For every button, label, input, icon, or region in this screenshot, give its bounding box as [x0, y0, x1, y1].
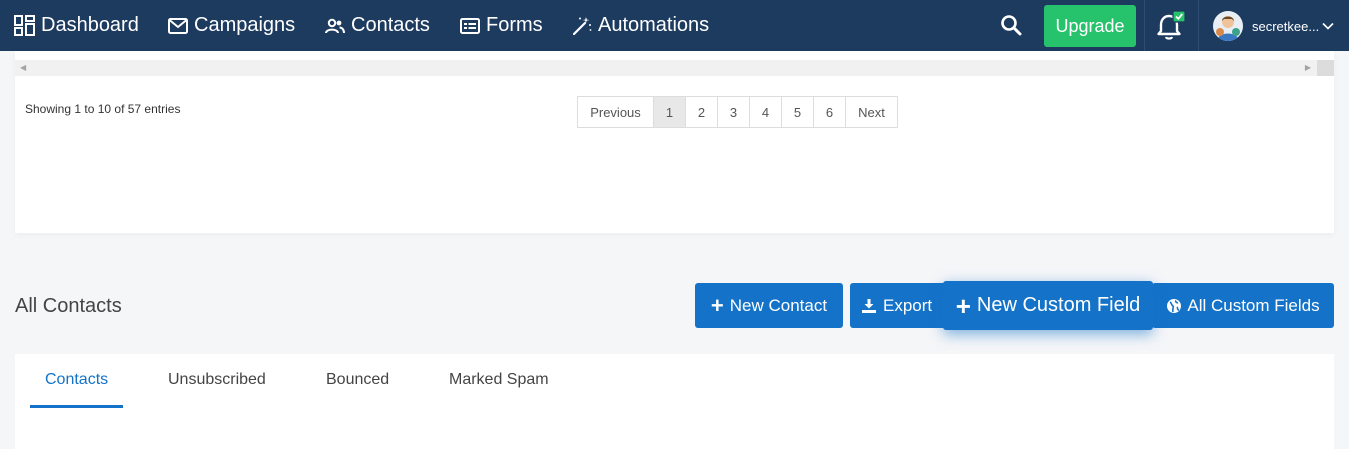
nav-forms[interactable]: Forms: [460, 0, 543, 51]
pagination-page-4[interactable]: 4: [749, 96, 782, 128]
new-custom-field-label: New Custom Field: [976, 294, 1141, 316]
download-icon: [861, 298, 877, 314]
contacts-table-card: ◀ ▶ Showing 1 to 10 of 57 entries Previo…: [15, 51, 1334, 233]
nav-contacts-label: Contacts: [351, 14, 430, 36]
nav-forms-label: Forms: [486, 14, 543, 36]
chevron-down-icon: [1322, 22, 1334, 30]
all-custom-fields-label: All Custom Fields: [1187, 295, 1320, 315]
upgrade-button[interactable]: Upgrade: [1044, 5, 1136, 47]
active-tab-indicator: [30, 405, 123, 408]
plus-icon: +: [955, 290, 971, 321]
notifications-bell-icon[interactable]: [1154, 10, 1186, 42]
export-label: Export: [883, 295, 933, 315]
contacts-tabs-card: Contacts Unsubscribed Bounced Marked Spa…: [15, 354, 1334, 449]
scroll-right-arrow-icon[interactable]: ▶: [1305, 63, 1311, 72]
username-label: secretkee...: [1252, 18, 1320, 34]
all-custom-fields-button[interactable]: All Custom Fields: [1152, 283, 1334, 328]
pagination-previous[interactable]: Previous: [577, 96, 654, 128]
pagination-page-6[interactable]: 6: [813, 96, 846, 128]
horizontal-scrollbar[interactable]: ◀ ▶: [15, 60, 1317, 76]
plus-icon: +: [710, 292, 724, 318]
top-navbar: Dashboard Campaigns Contacts Forms Autom…: [0, 0, 1349, 51]
dashboard-icon: [14, 15, 35, 36]
pagination-page-1[interactable]: 1: [653, 96, 686, 128]
magic-wand-icon: [572, 16, 592, 36]
navbar-divider: [1198, 0, 1199, 51]
nav-contacts[interactable]: Contacts: [325, 0, 430, 51]
new-contact-button[interactable]: + New Contact: [695, 283, 843, 328]
pagination-next[interactable]: Next: [845, 96, 898, 128]
globe-icon: [1166, 298, 1182, 314]
new-custom-field-button[interactable]: + New Custom Field: [943, 281, 1153, 330]
form-icon: [460, 17, 480, 34]
nav-dashboard[interactable]: Dashboard: [14, 0, 139, 51]
entries-info: Showing 1 to 10 of 57 entries: [25, 102, 181, 116]
tab-bounced[interactable]: Bounced: [326, 371, 389, 389]
tab-unsubscribed[interactable]: Unsubscribed: [168, 371, 266, 389]
nav-campaigns-label: Campaigns: [194, 14, 296, 36]
pagination: Previous 1 2 3 4 5 6 Next: [577, 96, 898, 128]
users-icon: [325, 18, 345, 34]
nav-campaigns[interactable]: Campaigns: [168, 0, 295, 51]
new-contact-label: New Contact: [729, 295, 828, 315]
avatar: [1213, 11, 1243, 41]
page-title: All Contacts: [15, 295, 122, 317]
user-menu[interactable]: secretkee...: [1213, 10, 1334, 42]
nav-automations-label: Automations: [598, 14, 710, 36]
envelope-icon: [168, 17, 188, 34]
search-icon[interactable]: [1000, 14, 1024, 38]
pagination-page-5[interactable]: 5: [781, 96, 814, 128]
nav-automations[interactable]: Automations: [572, 0, 709, 51]
export-button[interactable]: Export: [850, 283, 946, 328]
nav-dashboard-label: Dashboard: [41, 14, 139, 36]
pagination-page-3[interactable]: 3: [717, 96, 750, 128]
tab-contacts[interactable]: Contacts: [45, 371, 108, 389]
pagination-page-2[interactable]: 2: [685, 96, 718, 128]
scroll-left-arrow-icon[interactable]: ◀: [20, 63, 26, 72]
tab-marked-spam[interactable]: Marked Spam: [449, 371, 549, 389]
navbar-divider: [1144, 0, 1145, 51]
scrollbar-corner: [1317, 60, 1334, 76]
